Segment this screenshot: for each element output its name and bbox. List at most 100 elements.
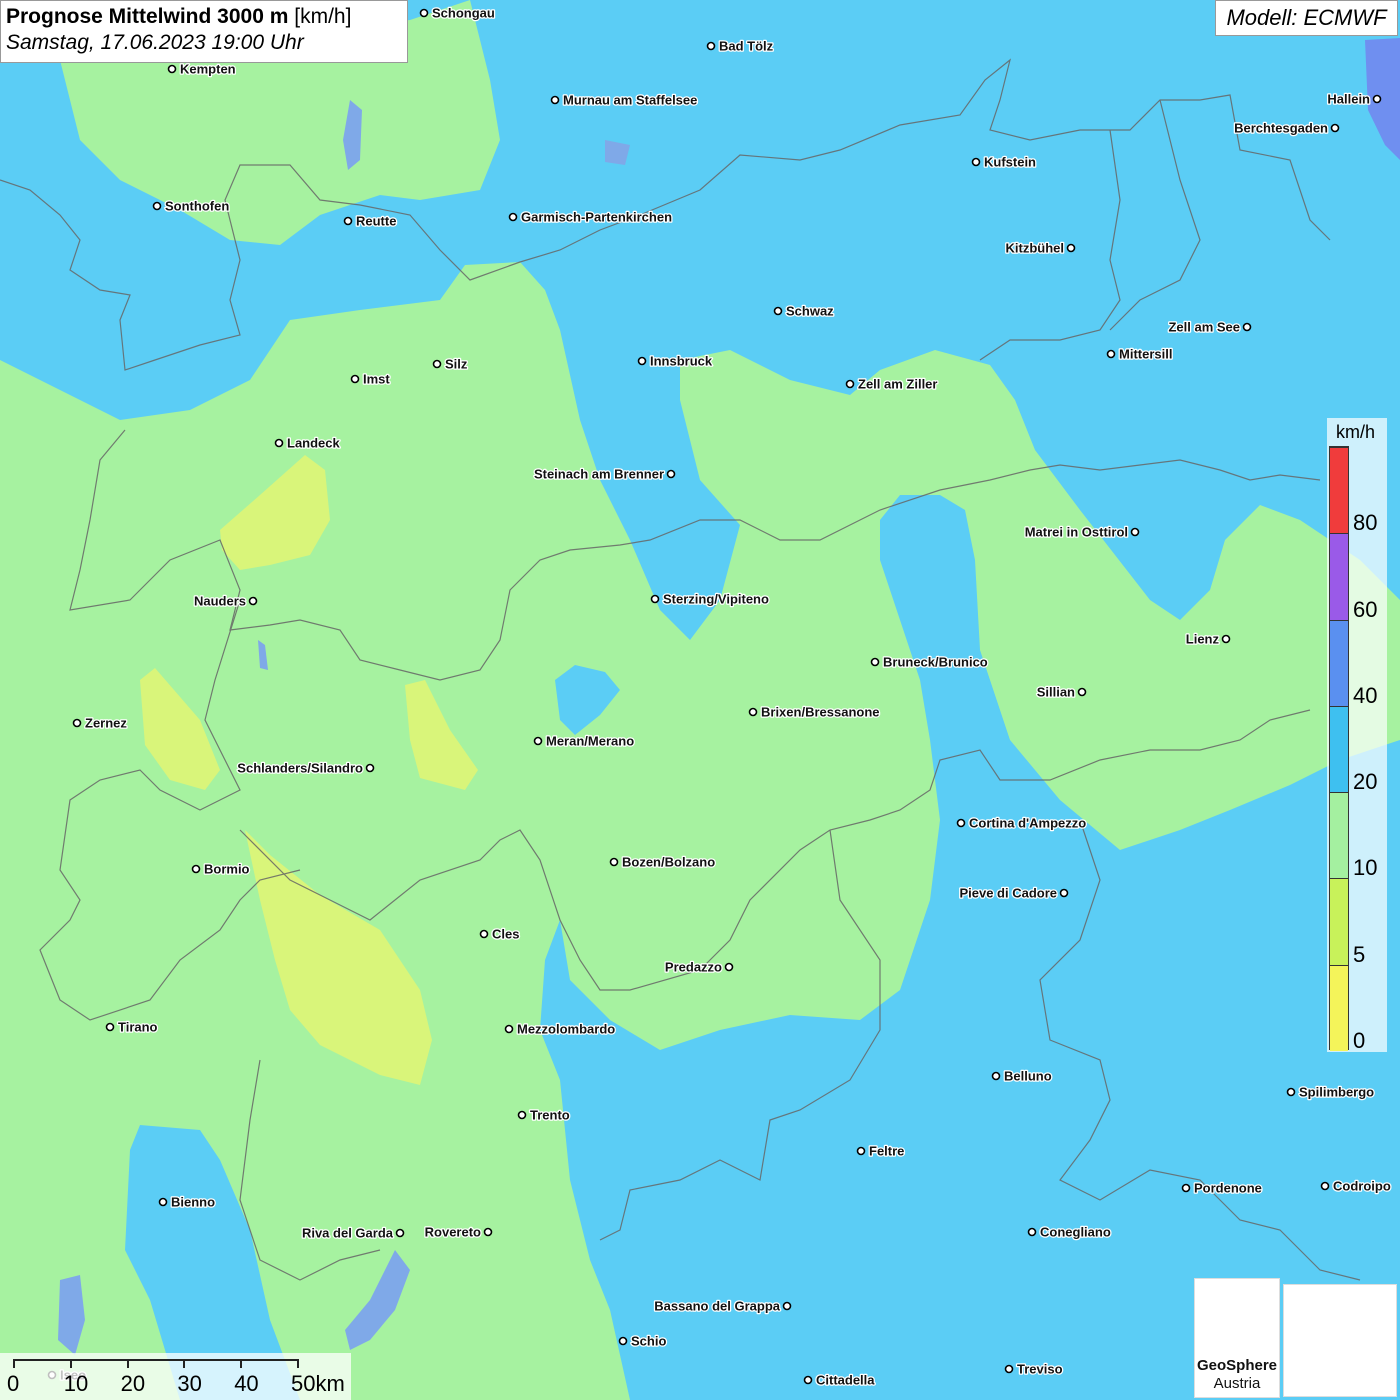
city-label: Berchtesgaden <box>1234 121 1328 136</box>
legend-color-segment <box>1330 447 1348 534</box>
city-dot <box>803 1375 813 1385</box>
legend-color-segment <box>1330 533 1348 620</box>
scale-bar: 0 10 20 30 40 50km <box>0 1353 351 1400</box>
city-dot <box>856 1146 866 1156</box>
city-label: Sterzing/Vipiteno <box>663 592 769 607</box>
legend-tick-label: 60 <box>1353 596 1378 622</box>
city-dot <box>1066 243 1076 253</box>
logo-text-austria: Austria <box>1213 1375 1261 1392</box>
city-label: Pieve di Cadore <box>959 886 1057 901</box>
scale-label: 0 <box>7 1371 20 1396</box>
city-label: Lienz <box>1186 632 1220 647</box>
city-marker: Meran/Merano <box>533 732 635 750</box>
city-marker: Schongau <box>419 4 496 22</box>
city-dot <box>248 596 258 606</box>
city-marker: Brixen/Bressanone <box>748 703 881 721</box>
city-label: Zernez <box>85 716 127 731</box>
city-label: Predazzo <box>665 960 722 975</box>
city-label: Schwaz <box>786 304 834 319</box>
city-marker: Bozen/Bolzano <box>609 853 716 871</box>
model-label: Modell: ECMWF <box>1215 0 1398 36</box>
legend-tick-label: 5 <box>1353 941 1366 967</box>
city-label: Reutte <box>356 214 396 229</box>
city-marker: Bassano del Grappa <box>653 1297 792 1315</box>
scale-label: 30 <box>177 1371 202 1396</box>
city-label: Bruneck/Brunico <box>883 655 988 670</box>
city-dot <box>167 64 177 74</box>
city-dot <box>971 157 981 167</box>
city-marker: Murnau am Staffelsee <box>550 91 699 109</box>
legend-color-segment <box>1330 878 1348 965</box>
city-marker: Bruneck/Brunico <box>870 653 989 671</box>
city-label: Mittersill <box>1119 347 1172 362</box>
city-dot <box>1077 687 1087 697</box>
city-label: Matrei in Osttirol <box>1025 525 1128 540</box>
cloud-logo <box>1283 1284 1397 1397</box>
city-dot <box>748 707 758 717</box>
city-label: Kitzbühel <box>1006 241 1065 256</box>
scale-label: 50km <box>291 1371 345 1396</box>
city-dot <box>1059 888 1069 898</box>
city-dot <box>724 962 734 972</box>
city-marker: Berchtesgaden <box>1233 119 1340 137</box>
scale-tick <box>183 1359 186 1368</box>
city-label: Cortina d'Ampezzo <box>969 816 1086 831</box>
city-marker: Sterzing/Vipiteno <box>650 590 770 608</box>
city-marker: Spilimbergo <box>1286 1083 1375 1101</box>
city-label: Zell am Ziller <box>858 377 937 392</box>
city-label: Belluno <box>1004 1069 1052 1084</box>
city-marker: Garmisch-Partenkirchen <box>508 208 673 226</box>
city-dot <box>1372 94 1382 104</box>
city-label: Hallein <box>1327 92 1370 107</box>
scale-label: 20 <box>120 1371 146 1396</box>
legend-unit: km/h <box>1336 422 1376 442</box>
city-dot <box>105 1022 115 1032</box>
city-label: Treviso <box>1017 1362 1063 1377</box>
map-title-unit: [km/h] <box>294 5 352 28</box>
city-dot <box>419 8 429 18</box>
city-dot <box>773 306 783 316</box>
title-box: Prognose Mittelwind 3000 m [km/h] Samsta… <box>0 0 408 63</box>
city-dot <box>782 1301 792 1311</box>
city-dot <box>72 718 82 728</box>
legend-tick-label: 40 <box>1353 682 1378 708</box>
city-dot <box>991 1071 1001 1081</box>
city-marker: Zell am See <box>1167 318 1252 336</box>
city-dot <box>956 818 966 828</box>
legend-tick-label: 0 <box>1353 1028 1366 1053</box>
city-dot <box>650 594 660 604</box>
city-dot <box>483 1227 493 1237</box>
city-label: Rovereto <box>425 1225 481 1240</box>
city-label: Sonthofen <box>165 199 229 214</box>
city-label: Feltre <box>869 1144 904 1159</box>
city-label: Bienno <box>171 1195 215 1210</box>
city-marker: Schlanders/Silandro <box>236 759 375 777</box>
city-dot <box>1286 1087 1296 1097</box>
scale-tick <box>13 1359 15 1368</box>
city-label: Murnau am Staffelsee <box>563 93 697 108</box>
city-marker: Matrei in Osttirol <box>1023 523 1140 541</box>
legend-colorbar <box>1329 446 1349 1051</box>
legend-tick-label: 80 <box>1353 510 1378 536</box>
city-label: Tirano <box>118 1020 158 1035</box>
city-dot <box>350 374 360 384</box>
city-dot <box>609 857 619 867</box>
city-label: Nauders <box>194 594 246 609</box>
city-label: Kempten <box>180 62 236 77</box>
city-dot <box>1221 634 1231 644</box>
legend-color-segment <box>1330 705 1348 793</box>
city-label: Steinach am Brenner <box>534 467 664 482</box>
city-dot <box>1027 1227 1037 1237</box>
city-label: Pordenone <box>1194 1181 1262 1196</box>
city-label: Schlanders/Silandro <box>237 761 363 776</box>
city-marker: Innsbruck <box>637 352 714 370</box>
map-title-bold: Prognose Mittelwind 3000 m <box>6 5 289 28</box>
legend-tick-label: 10 <box>1353 855 1378 881</box>
city-dot <box>1106 349 1116 359</box>
logo-text-geosphere: GeoSphere <box>1196 1357 1278 1374</box>
map-subtitle: Samstag, 17.06.2023 19:00 Uhr <box>6 31 304 54</box>
city-label: Landeck <box>287 436 341 451</box>
city-dot <box>274 438 284 448</box>
city-dot <box>666 469 676 479</box>
city-label: Innsbruck <box>650 354 713 369</box>
